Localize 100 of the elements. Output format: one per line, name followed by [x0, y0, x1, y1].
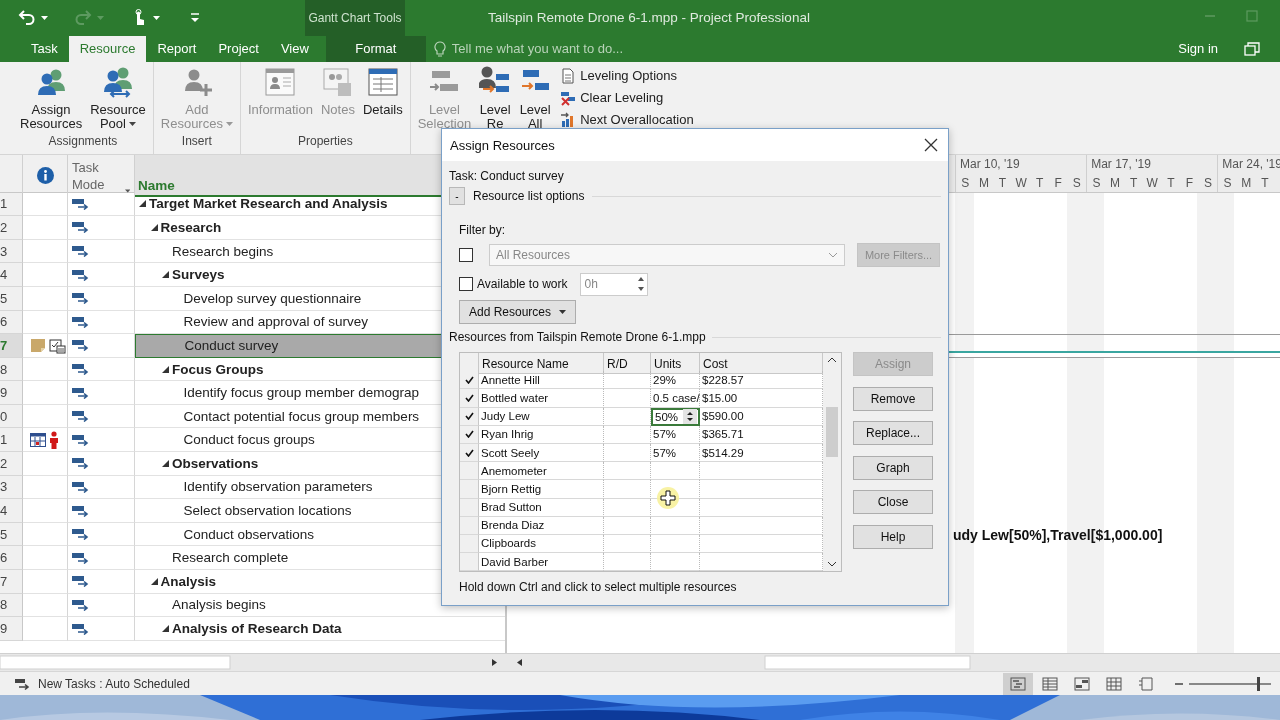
task-name: Research [160, 219, 222, 235]
scroll-up-icon[interactable] [827, 357, 837, 363]
spinner-arrows-icon[interactable] [683, 409, 697, 425]
document-list-icon [560, 67, 577, 84]
ribbon-tab[interactable]: Resource [68, 35, 147, 62]
view-button[interactable] [1003, 672, 1033, 695]
details-form-icon [366, 65, 399, 98]
units-value: 57% [653, 428, 677, 441]
ribbon-tab[interactable]: View [269, 35, 320, 62]
button-label: All [527, 116, 543, 131]
ribbon-button[interactable]: Clear Leveling [560, 88, 694, 107]
undo-icon[interactable] [18, 9, 36, 27]
task-name: Develop survey questionnaire [183, 290, 362, 306]
caret-icon[interactable] [128, 121, 136, 126]
caret-icon[interactable] [153, 15, 160, 20]
timescale-day: T [1161, 173, 1181, 192]
ribbon-tab[interactable]: Format [325, 35, 426, 62]
task-name: Research begins [172, 243, 274, 259]
scrollbar-thumb[interactable] [826, 407, 838, 458]
task-name: Conduct survey [184, 338, 279, 354]
column-header[interactable]: Name [138, 177, 175, 193]
button-label: Clear Leveling [580, 90, 664, 106]
dialog-button[interactable]: Remove [853, 386, 933, 411]
ribbon-button[interactable]: Leveling Options [560, 66, 694, 85]
collapse-triangle-icon[interactable] [162, 271, 169, 279]
bar-label: udy Lew[50%],Travel[$1,000.00] [953, 526, 1163, 543]
ribbon-button[interactable]: Resource Pool [87, 61, 149, 134]
close-icon[interactable] [924, 138, 938, 152]
table-cell: Annette Hill [479, 371, 604, 390]
assigned-cell[interactable] [460, 480, 479, 499]
dialog-button[interactable]: Help [853, 524, 933, 549]
auto-scheduled-icon [72, 292, 90, 305]
zoom-slider-thumb[interactable] [1257, 676, 1260, 691]
column-header[interactable]: Task Mode [72, 158, 121, 193]
collapse-triangle-icon[interactable] [150, 577, 158, 585]
timescale-day: S [1218, 173, 1237, 192]
checkbox[interactable] [459, 277, 473, 291]
table-cell [604, 462, 651, 481]
caret-icon[interactable] [41, 15, 48, 20]
restore-window-icon[interactable] [1244, 41, 1260, 56]
button-label: Resources [20, 116, 83, 131]
timescale-day: F [1180, 173, 1199, 192]
button-label: Level [428, 102, 460, 117]
calendar-icon[interactable] [30, 432, 46, 447]
column-header[interactable]: R/D [604, 353, 651, 374]
column-header[interactable]: Resource Name [479, 353, 604, 374]
dialog-button[interactable]: Graph [853, 455, 933, 480]
row-number: 7 [0, 334, 23, 358]
task-name: Analysis [160, 573, 217, 589]
collapse-triangle-icon[interactable] [150, 223, 158, 231]
assigned-cell[interactable] [460, 389, 479, 408]
sign-in-link[interactable]: Sign in [1178, 35, 1218, 62]
collapse-triangle-icon[interactable] [162, 459, 169, 467]
ribbon-button[interactable]: Next Overallocation [560, 110, 694, 129]
collapse-button[interactable]: - [449, 187, 465, 205]
hours-spin-field[interactable]: 0h [579, 272, 648, 296]
vertical-scrollbar[interactable] [823, 353, 841, 572]
timescale-label: Mar 17, '19 [1090, 156, 1152, 174]
assigned-cell[interactable] [460, 371, 479, 390]
ribbon-tab[interactable]: Report [146, 35, 208, 62]
table-cell: David Barber [479, 553, 604, 572]
row-number: 5 [0, 522, 23, 547]
assigned-cell[interactable] [460, 553, 479, 572]
task-name: Identify observation parameters [183, 479, 373, 495]
dialog-button[interactable]: Replace... [853, 421, 933, 446]
collapse-triangle-icon[interactable] [162, 625, 169, 633]
row-number: 1 [0, 428, 23, 453]
auto-scheduled-icon [72, 245, 90, 258]
caret-icon[interactable] [559, 310, 566, 314]
row-number: 6 [0, 546, 23, 571]
ribbon-tab[interactable]: Project [207, 35, 270, 62]
auto-scheduled-icon [72, 528, 90, 541]
auto-scheduled-icon [72, 433, 90, 446]
zoom-slider[interactable] [1189, 676, 1274, 691]
auto-scheduled-icon [72, 480, 90, 493]
report-view-icon [1138, 676, 1154, 691]
column-header[interactable]: Cost [700, 353, 823, 374]
task-name-cell[interactable]: Analysis of Research Data [135, 617, 505, 641]
group-label: Assignments [47, 133, 119, 150]
units-value: 50% [655, 410, 679, 423]
caret-icon[interactable] [124, 188, 130, 193]
scroll-down-icon[interactable] [827, 561, 837, 568]
dialog-title: Assign Resources [450, 137, 555, 153]
assigned-cell[interactable] [460, 462, 479, 481]
add-resources-button[interactable]: Add Resources [459, 300, 576, 324]
calendar-check-icon[interactable] [49, 336, 66, 354]
ribbon-tab[interactable]: Task [20, 35, 69, 62]
column-header[interactable]: Units [651, 353, 700, 374]
collapse-triangle-icon[interactable] [162, 365, 169, 373]
task-name: Review and approval of survey [183, 314, 369, 330]
dialog-button[interactable]: Close [853, 490, 933, 515]
person-icon[interactable] [49, 430, 59, 449]
units-value: 0.5 case/ [653, 391, 700, 404]
quick-access-button[interactable] [18, 9, 48, 27]
ribbon-button[interactable]: Assign Resources [17, 61, 86, 134]
auto-scheduled-icon [72, 598, 90, 611]
ribbon-button[interactable]: Details [359, 61, 406, 134]
task-name: Research complete [172, 550, 289, 566]
notes-icon [321, 65, 354, 98]
collapse-triangle-icon[interactable] [139, 200, 146, 208]
